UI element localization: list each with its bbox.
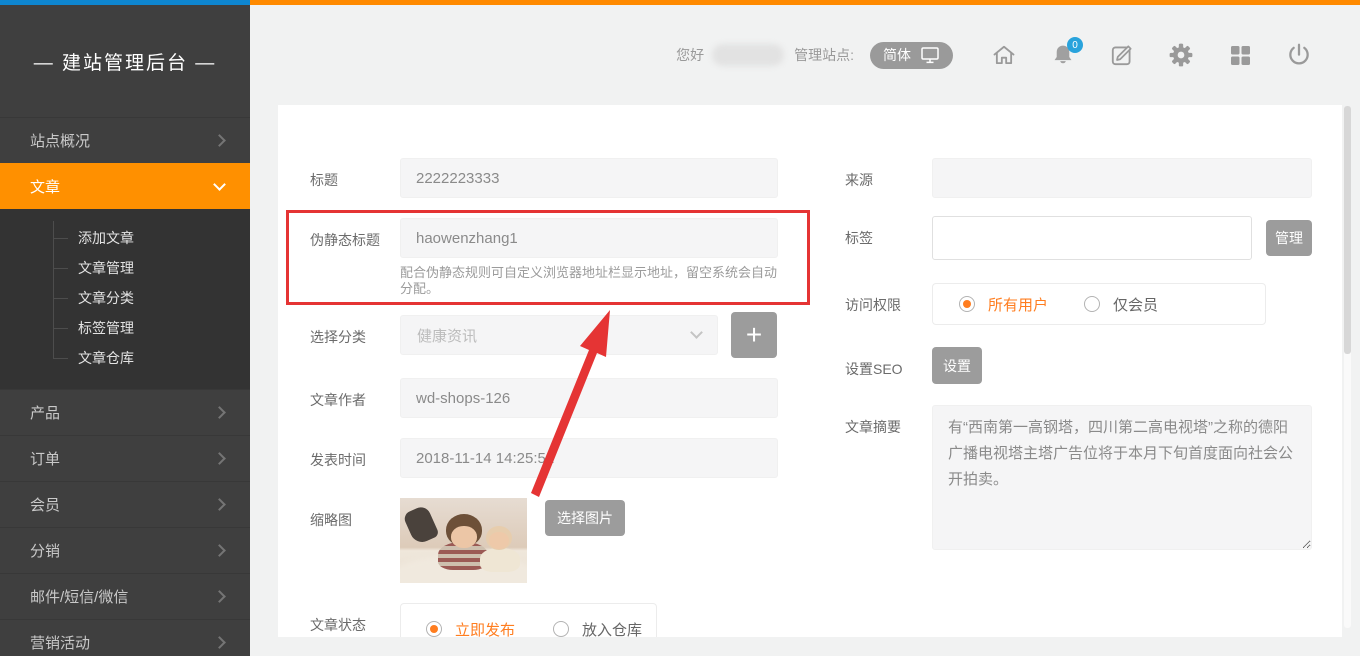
greeting-text: 您好 [676,45,704,65]
seo-label: 设置SEO [845,347,932,379]
scrollbar-track[interactable] [1344,106,1351,628]
summary-label: 文章摘要 [845,405,932,437]
status-label: 文章状态 [310,603,400,635]
thumbnail-image [400,498,527,583]
summary-textarea[interactable]: 有“西南第一高钢塔，四川第二高电视塔”之称的德阳广播电视塔主塔广告位将于本月下旬… [932,405,1312,550]
radio-to-warehouse[interactable] [553,621,569,637]
category-select[interactable]: 健康资讯 [400,315,718,355]
sidebar-item-article-management[interactable]: 文章管理 [0,253,250,283]
home-icon[interactable] [991,42,1017,68]
tags-label: 标签 [845,216,932,248]
plus-icon: + [746,319,762,350]
radio-all-users[interactable] [959,296,975,312]
sidebar-item-products[interactable]: 产品 [0,389,250,435]
author-input[interactable] [400,378,778,418]
user-name-blur [712,44,784,66]
language-label: 简体 [883,45,911,65]
author-row: 文章作者 [310,378,822,418]
status-options-box: 立即发布 放入仓库 [400,603,657,637]
slug-help-text: 配合伪静态规则可自定义浏览器地址栏显示地址，留空系统会自动分配。 [400,265,782,297]
access-options-box: 所有用户 仅会员 [932,283,1266,325]
sidebar-item-tag-management[interactable]: 标签管理 [0,313,250,343]
articles-submenu: 添加文章 文章管理 文章分类 标签管理 文章仓库 [0,209,250,389]
slug-input[interactable] [400,218,778,258]
sidebar-item-orders[interactable]: 订单 [0,435,250,481]
gear-icon[interactable] [1168,42,1194,68]
header-icons: 0 [991,42,1312,68]
seo-settings-button[interactable]: 设置 [932,347,982,384]
manage-site-label: 管理站点: [794,45,854,65]
app-logo: — 建站管理后台 — [0,5,250,117]
sidebar: — 建站管理后台 — 站点概况 文章 添加文章 文章管理 文章分类 标签管理 文… [0,5,250,656]
sidebar-item-marketing[interactable]: 营销活动 [0,619,250,656]
sidebar-item-members[interactable]: 会员 [0,481,250,527]
radio-publish-now[interactable] [426,621,442,637]
seo-row: 设置SEO 设置 [845,347,1315,384]
all-users-label[interactable]: 所有用户 [988,294,1048,315]
form-left-column: 标题 伪静态标题 配合伪静态规则可自定义浏览器地址栏显示地址，留空系统会自动分配… [310,158,822,637]
chevron-right-icon [213,452,226,465]
chevron-right-icon [213,498,226,511]
bell-icon[interactable]: 0 [1050,42,1076,68]
language-pill[interactable]: 简体 [870,42,953,69]
source-label: 来源 [845,158,932,190]
admin-page: — 建站管理后台 — 站点概况 文章 添加文章 文章管理 文章分类 标签管理 文… [0,0,1360,656]
tags-input[interactable] [932,216,1252,260]
manage-tags-button[interactable]: 管理 [1266,220,1312,256]
source-input[interactable] [932,158,1312,198]
status-row: 文章状态 立即发布 放入仓库 [310,603,822,637]
sidebar-item-distribution[interactable]: 分销 [0,527,250,573]
sidebar-item-messaging[interactable]: 邮件/短信/微信 [0,573,250,619]
author-label: 文章作者 [310,378,400,410]
form-right-column: 来源 标签 管理 访问权限 所有用户 仅会员 [845,158,1315,550]
scrollbar-thumb[interactable] [1344,106,1351,354]
grid-icon[interactable] [1227,42,1253,68]
publish-now-label[interactable]: 立即发布 [455,619,515,638]
title-label: 标题 [310,158,400,190]
category-row: 选择分类 健康资讯 + [310,315,822,358]
publish-time-input[interactable] [400,438,778,478]
add-category-button[interactable]: + [731,312,777,358]
top-header: 您好 管理站点: 简体 [250,5,1360,105]
chevron-right-icon [213,590,226,603]
article-edit-panel: 标题 伪静态标题 配合伪静态规则可自定义浏览器地址栏显示地址，留空系统会自动分配… [278,105,1342,637]
summary-row: 文章摘要 有“西南第一高钢塔，四川第二高电视塔”之称的德阳广播电视塔主塔广告位将… [845,405,1315,550]
thumbnail-row: 缩略图 选择图片 [310,498,822,583]
access-row: 访问权限 所有用户 仅会员 [845,283,1315,325]
access-label: 访问权限 [845,283,932,315]
chevron-right-icon [213,636,226,649]
power-icon[interactable] [1286,42,1312,68]
category-label: 选择分类 [310,315,400,347]
title-input[interactable] [400,158,778,198]
slug-label: 伪静态标题 [310,218,400,250]
sidebar-item-add-article[interactable]: 添加文章 [0,223,250,253]
chevron-down-icon [690,326,703,339]
chevron-right-icon [213,134,226,147]
chevron-right-icon [213,406,226,419]
sidebar-item-article-warehouse[interactable]: 文章仓库 [0,343,250,373]
title-row: 标题 [310,158,822,198]
to-warehouse-label[interactable]: 放入仓库 [582,619,642,638]
chevron-down-icon [213,178,226,191]
radio-members-only[interactable] [1084,296,1100,312]
monitor-icon [920,46,940,64]
notification-badge: 0 [1067,37,1083,53]
tags-row: 标签 管理 [845,216,1315,260]
thumbnail-label: 缩略图 [310,498,400,530]
publish-time-label: 发表时间 [310,438,400,470]
sidebar-item-articles[interactable]: 文章 [0,163,250,209]
choose-image-button[interactable]: 选择图片 [545,500,625,536]
slug-row: 伪静态标题 配合伪静态规则可自定义浏览器地址栏显示地址，留空系统会自动分配。 [310,218,822,297]
publish-time-row: 发表时间 [310,438,822,478]
edit-icon[interactable] [1109,42,1135,68]
members-only-label[interactable]: 仅会员 [1113,294,1158,315]
category-selected-value: 健康资讯 [417,325,477,346]
source-row: 来源 [845,158,1315,198]
sidebar-item-article-categories[interactable]: 文章分类 [0,283,250,313]
sidebar-item-site-overview[interactable]: 站点概况 [0,117,250,163]
chevron-right-icon [213,544,226,557]
